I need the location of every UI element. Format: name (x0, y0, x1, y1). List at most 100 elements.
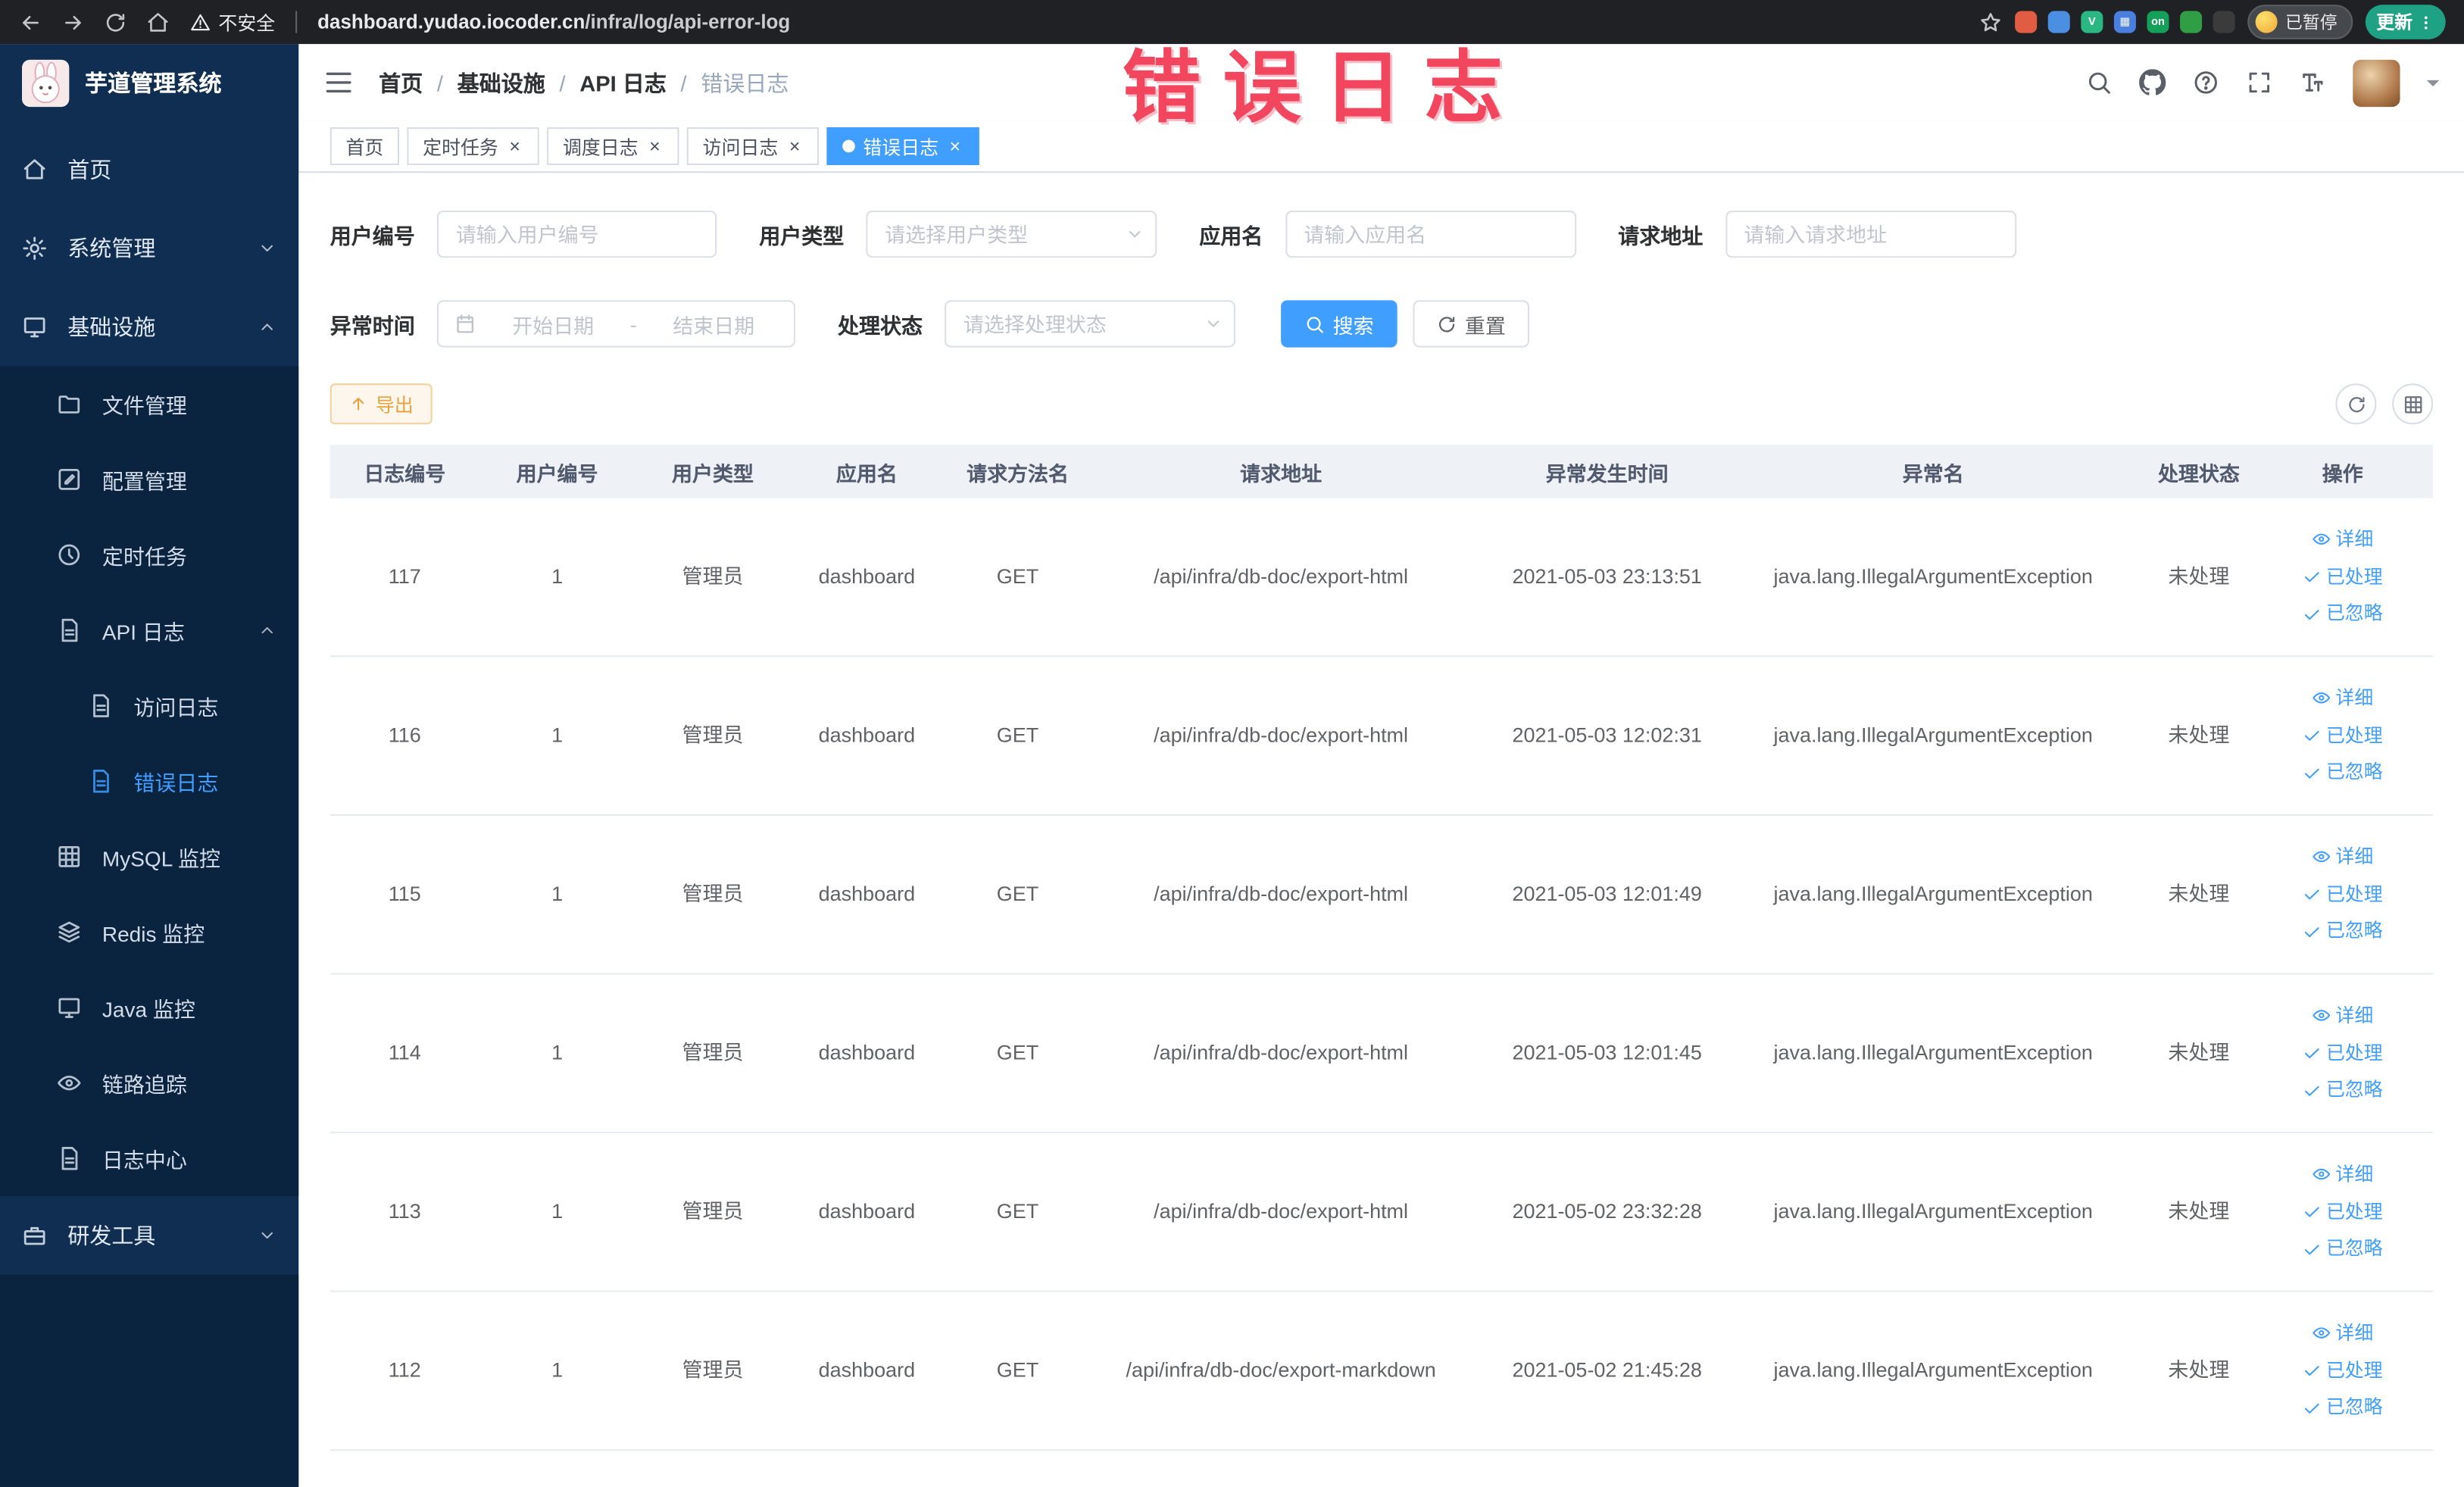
bookmark-star-icon[interactable] (1978, 10, 2002, 33)
process-status-select[interactable] (945, 300, 1235, 348)
action-ignored[interactable]: 已忽略 (2303, 919, 2383, 945)
close-icon[interactable]: × (506, 135, 523, 157)
sidebar-menu-items: 首页 系统管理 基础设施 文件管理 配置管理 定时任务 API 日志 访问日志 … (0, 121, 299, 1275)
action-ignored[interactable]: 已忽略 (2303, 601, 2383, 627)
export-button[interactable]: 导出 (329, 383, 433, 425)
action-detail[interactable]: 详细 (2312, 685, 2373, 711)
sidebar-item-redis-monitor[interactable]: Redis 监控 (0, 894, 299, 970)
sidebar-item-api-log[interactable]: API 日志 (0, 592, 299, 668)
paw-extension-icon[interactable] (2213, 11, 2235, 33)
action-processed[interactable]: 已处理 (2303, 1357, 2383, 1384)
cell-time: 2021-05-03 12:01:49 (1512, 881, 1702, 906)
sidebar-item-file-mgmt[interactable]: 文件管理 (0, 366, 299, 442)
font-size-icon[interactable] (2300, 69, 2326, 95)
action-detail[interactable]: 详细 (2312, 1002, 2373, 1029)
breadcrumb-item[interactable]: 首页 (379, 67, 423, 98)
sidebar-item-tracer[interactable]: 链路追踪 (0, 1045, 299, 1121)
sidebar-item-infra[interactable]: 基础设施 (0, 288, 298, 367)
action-processed[interactable]: 已处理 (2303, 1198, 2383, 1225)
column-settings-button[interactable] (2392, 383, 2434, 425)
action-ignored[interactable]: 已忽略 (2303, 1395, 2383, 1421)
extension-grid-icon[interactable]: ▦ (2113, 11, 2136, 33)
breadcrumb-item[interactable]: 基础设施 (458, 67, 545, 98)
security-chip[interactable]: 不安全 (190, 8, 275, 35)
action-processed[interactable]: 已处理 (2303, 564, 2383, 590)
sidebar-item-error-log[interactable]: 错误日志 (0, 743, 299, 820)
app-name-input[interactable] (1285, 211, 1576, 258)
github-icon[interactable] (2139, 69, 2166, 95)
sidebar-item-label: 文件管理 (101, 394, 187, 418)
sidebar-item-access-log[interactable]: 访问日志 (0, 667, 299, 744)
sidebar-item-log-center[interactable]: 日志中心 (0, 1120, 299, 1197)
reload-icon[interactable] (104, 10, 127, 33)
cell-user_id: 1 (551, 1199, 564, 1223)
tab-home[interactable]: 首页 (329, 127, 400, 165)
reset-button[interactable]: 重置 (1413, 300, 1530, 348)
forward-icon[interactable] (61, 10, 85, 33)
refresh-table-button[interactable] (2335, 383, 2377, 425)
sidebar-item-home[interactable]: 首页 (0, 130, 298, 209)
extension-blue-icon[interactable] (2047, 11, 2070, 33)
cell-time: 2021-05-02 23:32:28 (1512, 1199, 1702, 1223)
sidebar-filler (0, 1274, 299, 1487)
action-detail[interactable]: 详细 (2312, 526, 2373, 553)
vue-devtools-icon[interactable]: V (2081, 11, 2103, 33)
back-icon[interactable] (19, 10, 42, 33)
sidebar-collapse-button[interactable] (323, 67, 353, 97)
user-type-select[interactable] (866, 211, 1157, 258)
tab-error-log[interactable]: 错误日志 × (826, 127, 980, 165)
browser-home-icon[interactable] (146, 10, 170, 33)
row-actions: 详细 已处理 已忽略 (2276, 685, 2409, 786)
table-row: 114 1 管理员 dashboard GET/api/infra/db-doc/exp… (329, 975, 2434, 1134)
action-ignored[interactable]: 已忽略 (2303, 1236, 2383, 1263)
close-icon[interactable]: × (646, 135, 664, 157)
cell-app: dashboard (818, 1040, 916, 1064)
action-processed[interactable]: 已处理 (2303, 723, 2383, 749)
breadcrumb-item[interactable]: API 日志 (579, 67, 667, 98)
request-url-input[interactable] (1725, 211, 2016, 258)
tab-access-log[interactable]: 访问日志 × (686, 127, 820, 165)
search-icon (1304, 314, 1325, 334)
tab-job-log[interactable]: 调度日志 × (547, 127, 679, 165)
close-icon[interactable]: × (946, 135, 963, 157)
action-detail[interactable]: 详细 (2312, 1320, 2373, 1347)
update-button[interactable]: 更新 (2365, 5, 2446, 39)
action-ignored[interactable]: 已忽略 (2303, 1077, 2383, 1104)
proxy-on-icon[interactable]: on (2147, 11, 2169, 33)
extension-red-icon[interactable] (2015, 11, 2038, 33)
address-bar[interactable]: dashboard.yudao.iocoder.cn/infra/log/api… (317, 11, 790, 33)
sidebar-item-label: MySQL 监控 (101, 847, 221, 871)
close-icon[interactable]: × (786, 135, 804, 157)
action-detail[interactable]: 详细 (2312, 844, 2373, 870)
cell-time: 2021-05-03 23:13:51 (1512, 564, 1702, 588)
tab-job[interactable]: 定时任务 × (407, 127, 539, 165)
sidebar-item-dev-tools[interactable]: 研发工具 (0, 1196, 298, 1275)
chevron-down-icon[interactable] (2426, 79, 2440, 92)
app-logo-row[interactable]: 芋道管理系统 (0, 44, 298, 121)
avatar[interactable] (2353, 58, 2400, 107)
search-button[interactable]: 搜索 (1281, 300, 1398, 348)
leaf-extension-icon[interactable] (2180, 11, 2203, 33)
sidebar-item-job[interactable]: 定时任务 (0, 517, 299, 593)
cell-status: 未处理 (2168, 564, 2230, 588)
sidebar-item-system-mgmt[interactable]: 系统管理 (0, 209, 298, 288)
help-icon[interactable] (2193, 69, 2219, 95)
request-url-label: 请求地址 (1618, 224, 1704, 248)
sidebar-item-mysql-monitor[interactable]: MySQL 监控 (0, 819, 299, 895)
sidebar-item-config-mgmt[interactable]: 配置管理 (0, 442, 299, 517)
action-processed[interactable]: 已处理 (2303, 881, 2383, 908)
user-id-input[interactable] (436, 211, 717, 258)
fullscreen-icon[interactable] (2246, 69, 2272, 95)
table-row: 115 1 管理员 dashboard GET/api/infra/db-doc/exp… (329, 816, 2434, 975)
action-processed[interactable]: 已处理 (2303, 1040, 2383, 1067)
search-icon[interactable] (2086, 69, 2113, 95)
sidebar-item-java-monitor[interactable]: Java 监控 (0, 970, 299, 1045)
columns-icon (2403, 394, 2423, 414)
action-ignored[interactable]: 已忽略 (2303, 760, 2383, 786)
profile-paused-badge[interactable]: 已暂停 (2247, 5, 2353, 39)
eye-icon (2312, 1324, 2331, 1343)
action-detail[interactable]: 详细 (2312, 1161, 2373, 1188)
date-range-picker[interactable]: 开始日期 - 结束日期 (436, 300, 795, 348)
cell-app: dashboard (818, 1199, 916, 1223)
sidebar-item-label: 错误日志 (133, 771, 219, 795)
